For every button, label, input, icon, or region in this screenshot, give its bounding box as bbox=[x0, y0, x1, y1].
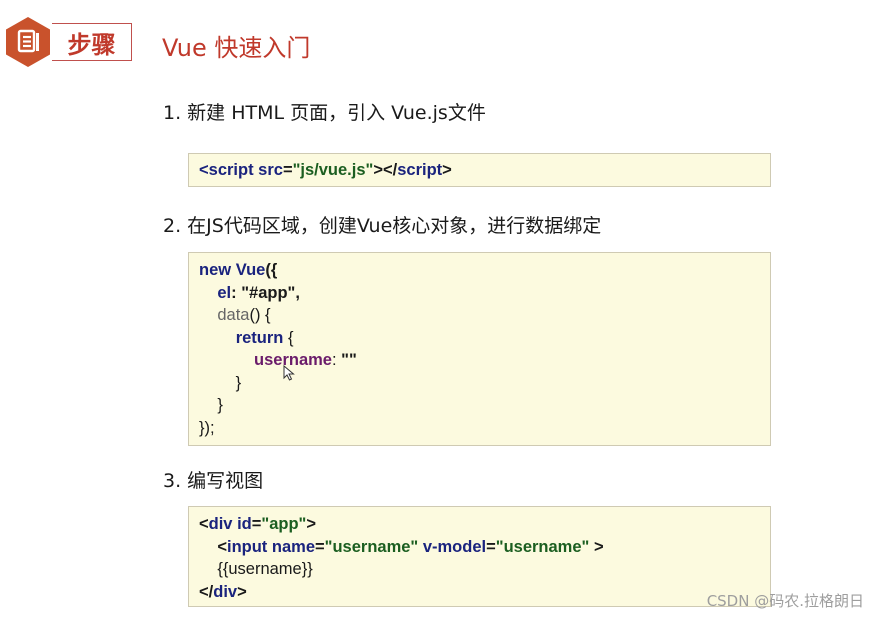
code-line: el: "#app", bbox=[199, 282, 760, 305]
code-token: data bbox=[217, 306, 250, 324]
code-token: } bbox=[199, 396, 223, 414]
watermark: CSDN @码农.拉格朗日 bbox=[706, 592, 864, 610]
code-token: Vue bbox=[235, 261, 266, 279]
code-token: = bbox=[486, 537, 496, 556]
code-line: } bbox=[199, 394, 760, 417]
code-token: {{username}} bbox=[199, 560, 313, 578]
code-token: input bbox=[226, 537, 268, 556]
code-token: = bbox=[251, 515, 262, 533]
code-line: <script src="js/vue.js"></script> bbox=[199, 159, 760, 182]
code-token: ({ bbox=[265, 261, 278, 279]
code-line: data() { bbox=[199, 304, 760, 327]
code-token: > bbox=[589, 537, 604, 556]
code-token: v-model bbox=[418, 537, 487, 556]
code-token: { bbox=[283, 328, 294, 347]
code-line: return { bbox=[199, 327, 760, 350]
code-token: = bbox=[315, 537, 325, 556]
code-token: < bbox=[199, 161, 209, 179]
code-token: () { bbox=[249, 306, 271, 324]
code-token: return bbox=[235, 328, 284, 347]
step-3-code-block: <div id="app"> <input name="username" v-… bbox=[188, 506, 771, 607]
code-token: "app" bbox=[261, 515, 307, 533]
code-token: </ bbox=[199, 582, 214, 601]
code-token: > bbox=[442, 161, 452, 179]
code-token: > bbox=[237, 582, 247, 601]
code-token: name bbox=[267, 537, 315, 556]
code-token: < bbox=[199, 537, 227, 556]
code-line: }); bbox=[199, 417, 760, 440]
mouse-cursor-icon bbox=[283, 365, 295, 381]
step-1-label: 1. 新建 HTML 页面，引入 Vue.js文件 bbox=[163, 102, 486, 124]
code-token: "#app" bbox=[241, 283, 296, 302]
step-label-box: 步骤 bbox=[52, 23, 132, 61]
code-token: < bbox=[199, 515, 209, 533]
code-token: div bbox=[208, 515, 233, 533]
code-token: }); bbox=[199, 418, 215, 437]
step-label: 步骤 bbox=[67, 30, 116, 59]
step-3-label: 3. 编写视图 bbox=[163, 470, 264, 492]
code-token: "username" bbox=[324, 537, 419, 556]
code-token: = bbox=[282, 161, 293, 179]
slide-header: 步骤 Vue 快速入门 bbox=[0, 14, 878, 67]
code-token: > bbox=[306, 515, 316, 533]
code-token: el bbox=[217, 283, 232, 302]
code-token: div bbox=[213, 582, 238, 601]
document-icon bbox=[6, 17, 50, 67]
code-token: script bbox=[397, 161, 443, 179]
step-1-code-block: <script src="js/vue.js"></script> bbox=[188, 153, 771, 187]
code-token: ></ bbox=[373, 161, 398, 179]
code-token: , bbox=[295, 283, 300, 302]
code-token: new bbox=[199, 261, 236, 279]
code-token: "" bbox=[341, 351, 357, 369]
step-2-label: 2. 在JS代码区域，创建Vue核心对象，进行数据绑定 bbox=[163, 215, 602, 237]
code-line: {{username}} bbox=[199, 558, 760, 581]
step-2-code-block: new Vue({ el: "#app", data() { return { … bbox=[188, 252, 771, 446]
code-token: "js/vue.js" bbox=[292, 161, 374, 179]
code-token: : bbox=[331, 351, 342, 369]
code-token: script bbox=[208, 161, 254, 179]
code-line: <input name="username" v-model="username… bbox=[199, 536, 760, 559]
code-line: new Vue({ bbox=[199, 259, 760, 282]
code-token: } bbox=[199, 373, 242, 392]
page-title: Vue 快速入门 bbox=[162, 34, 311, 62]
code-token: "username" bbox=[495, 537, 590, 556]
code-token: src bbox=[253, 161, 283, 179]
code-line: <div id="app"> bbox=[199, 513, 760, 536]
code-line: </div> bbox=[199, 581, 760, 604]
code-token: id bbox=[232, 515, 252, 533]
code-token: : bbox=[231, 283, 242, 302]
